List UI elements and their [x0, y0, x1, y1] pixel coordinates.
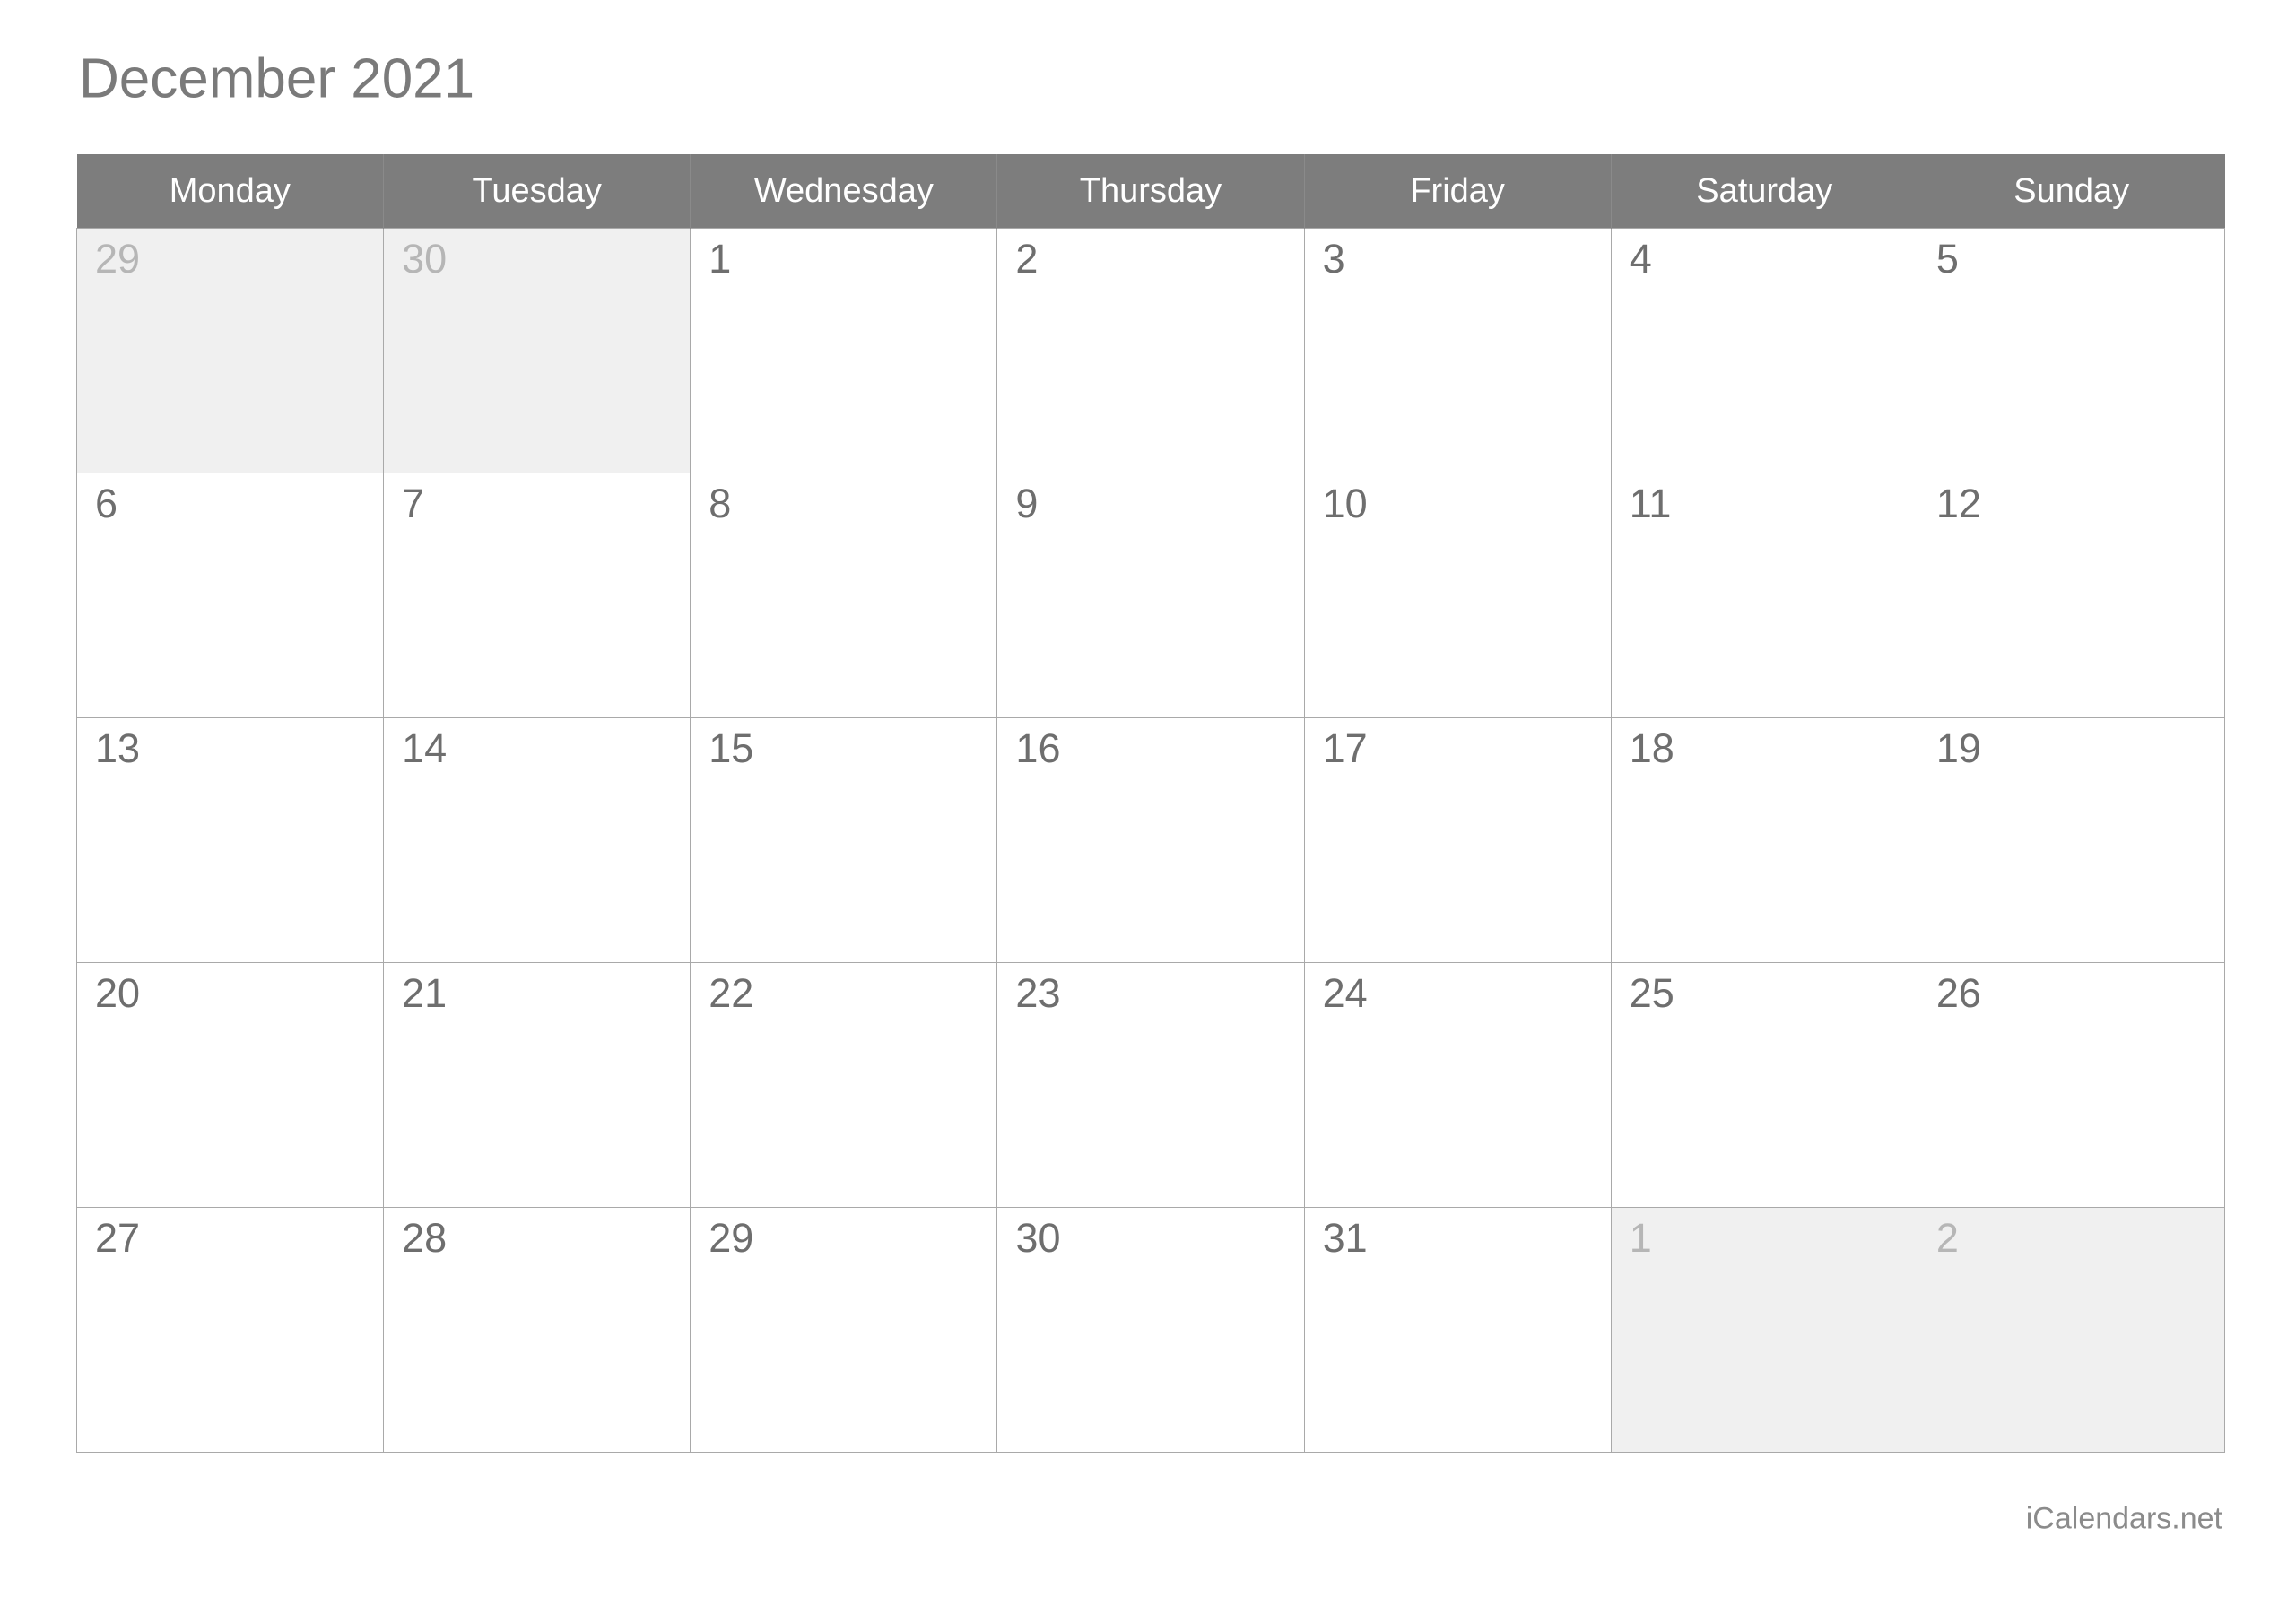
day-cell[interactable]: 16: [996, 717, 1305, 963]
weekday-header-sunday: Sunday: [1918, 154, 2225, 229]
weekday-header-thursday: Thursday: [996, 154, 1305, 229]
day-cell-adjacent-month[interactable]: 2: [1917, 1207, 2226, 1453]
day-number: 2: [1935, 1215, 1959, 1261]
day-cell[interactable]: 11: [1610, 473, 1918, 718]
day-cell[interactable]: 15: [690, 717, 998, 963]
day-cell[interactable]: 18: [1610, 717, 1918, 963]
weekday-header-saturday: Saturday: [1611, 154, 1918, 229]
day-cell[interactable]: 4: [1610, 228, 1918, 473]
weekday-header-wednesday: Wednesday: [690, 154, 998, 229]
week-row: 13 14 15 16 17 18 19: [75, 717, 2226, 963]
day-number: 10: [1322, 481, 1368, 526]
weeks-body: 29 30 1 2 3 4 5 6 7 8 9 10 11 12 13 14 15 16 17 18 19 20 21 22 2…: [75, 228, 2226, 1453]
day-cell[interactable]: 30: [996, 1207, 1305, 1453]
page-title: December 2021: [79, 48, 475, 110]
weekday-header-row: Monday Tuesday Wednesday Thursday Friday Satu…: [76, 154, 2225, 229]
day-cell[interactable]: 3: [1303, 228, 1612, 473]
day-number: 20: [95, 970, 141, 1016]
calendar-page: December 2021 Monday Tuesday Wednesday Thur…: [0, 0, 2296, 1623]
day-cell[interactable]: 8: [690, 473, 998, 718]
day-number: 24: [1322, 970, 1368, 1016]
month-grid: Monday Tuesday Wednesday Thursday Friday Satu…: [75, 154, 2226, 1453]
day-number: 16: [1015, 725, 1061, 771]
day-number: 29: [95, 236, 141, 282]
day-cell[interactable]: 17: [1303, 717, 1612, 963]
day-number: 6: [95, 481, 118, 526]
day-number: 19: [1935, 725, 1981, 771]
day-number: 3: [1322, 236, 1345, 282]
week-row: 20 21 22 23 24 25 26: [75, 962, 2226, 1208]
day-number: 22: [709, 970, 754, 1016]
day-number: 28: [402, 1215, 448, 1261]
day-number: 1: [709, 236, 732, 282]
day-cell[interactable]: 19: [1917, 717, 2226, 963]
day-number: 31: [1322, 1215, 1368, 1261]
day-cell-adjacent-month[interactable]: 29: [75, 228, 385, 473]
day-number: 18: [1629, 725, 1674, 771]
day-cell[interactable]: 25: [1610, 962, 1918, 1208]
day-number: 7: [402, 481, 425, 526]
day-number: 30: [1015, 1215, 1061, 1261]
day-number: 1: [1629, 1215, 1652, 1261]
day-number: 25: [1629, 970, 1674, 1016]
day-cell[interactable]: 7: [383, 473, 691, 718]
day-cell[interactable]: 31: [1303, 1207, 1612, 1453]
day-number: 17: [1322, 725, 1368, 771]
day-cell[interactable]: 5: [1917, 228, 2226, 473]
weekday-header-monday: Monday: [76, 154, 385, 229]
day-number: 4: [1629, 236, 1652, 282]
day-number: 2: [1015, 236, 1039, 282]
day-cell[interactable]: 24: [1303, 962, 1612, 1208]
day-number: 14: [402, 725, 448, 771]
day-cell[interactable]: 22: [690, 962, 998, 1208]
day-cell[interactable]: 9: [996, 473, 1305, 718]
week-row: 29 30 1 2 3 4 5: [75, 228, 2226, 473]
day-cell-adjacent-month[interactable]: 30: [383, 228, 691, 473]
watermark-label: iCalendars.net: [2025, 1501, 2222, 1536]
day-number: 8: [709, 481, 732, 526]
weekday-header-tuesday: Tuesday: [383, 154, 691, 229]
day-number: 15: [709, 725, 754, 771]
day-number: 9: [1015, 481, 1039, 526]
week-row: 6 7 8 9 10 11 12: [75, 473, 2226, 718]
day-number: 26: [1935, 970, 1981, 1016]
day-number: 11: [1629, 481, 1672, 526]
day-cell[interactable]: 28: [383, 1207, 691, 1453]
day-number: 5: [1935, 236, 1959, 282]
day-cell[interactable]: 23: [996, 962, 1305, 1208]
day-cell[interactable]: 27: [75, 1207, 385, 1453]
day-cell[interactable]: 29: [690, 1207, 998, 1453]
day-cell[interactable]: 10: [1303, 473, 1612, 718]
day-cell[interactable]: 21: [383, 962, 691, 1208]
day-cell[interactable]: 26: [1917, 962, 2226, 1208]
day-number: 23: [1015, 970, 1061, 1016]
day-number: 29: [709, 1215, 754, 1261]
day-number: 13: [95, 725, 141, 771]
day-cell[interactable]: 2: [996, 228, 1305, 473]
day-cell[interactable]: 6: [75, 473, 385, 718]
day-number: 21: [402, 970, 448, 1016]
day-cell[interactable]: 14: [383, 717, 691, 963]
day-cell[interactable]: 20: [75, 962, 385, 1208]
day-cell[interactable]: 12: [1917, 473, 2226, 718]
day-cell[interactable]: 13: [75, 717, 385, 963]
day-cell-adjacent-month[interactable]: 1: [1610, 1207, 1918, 1453]
day-number: 30: [402, 236, 448, 282]
weekday-header-friday: Friday: [1304, 154, 1612, 229]
day-number: 12: [1935, 481, 1981, 526]
day-number: 27: [95, 1215, 141, 1261]
week-row: 27 28 29 30 31 1 2: [75, 1207, 2226, 1453]
day-cell[interactable]: 1: [690, 228, 998, 473]
